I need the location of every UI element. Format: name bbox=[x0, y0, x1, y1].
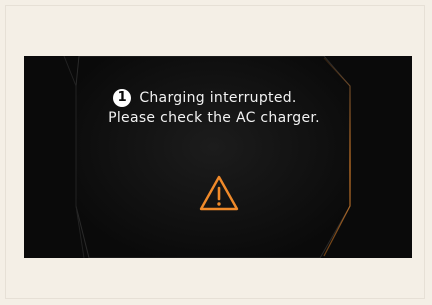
cluster-display: 1 Charging interrupted. Please check the… bbox=[24, 56, 412, 258]
notification-line-1: 1 Charging interrupted. bbox=[24, 89, 398, 107]
number-one-circle-icon: 1 bbox=[113, 89, 132, 107]
display-frame-graphic bbox=[63, 56, 351, 258]
notification-title: Charging interrupted. bbox=[139, 90, 297, 106]
warning-triangle-icon bbox=[199, 175, 239, 211]
notification-line-2: Please check the AC charger. bbox=[108, 110, 320, 126]
